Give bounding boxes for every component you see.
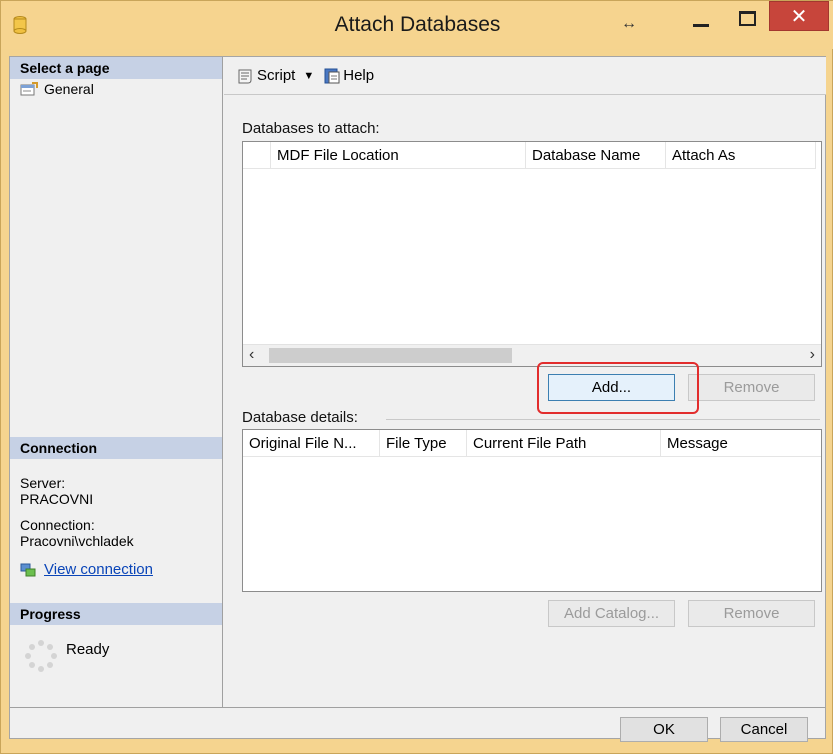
databases-list-header: MDF File Location Database Name Attach A… [243, 142, 816, 169]
close-button[interactable]: ✕ [769, 1, 829, 31]
connection-properties-icon [20, 563, 36, 576]
cancel-button[interactable]: Cancel [720, 717, 808, 742]
column-header-original-file-name[interactable]: Original File N... [243, 430, 380, 457]
progress-heading: Progress [10, 603, 222, 625]
properties-icon [20, 82, 38, 96]
database-details-listview[interactable]: Original File N... File Type Current Fil… [242, 429, 822, 592]
progress-status: Ready [66, 641, 110, 658]
column-header-file-type[interactable]: File Type [380, 430, 467, 457]
view-connection-link[interactable]: View connection [20, 561, 153, 578]
database-details-label: Database details: [242, 409, 358, 426]
minimize-icon [693, 23, 709, 27]
script-icon [238, 69, 252, 83]
remove-detail-button[interactable]: Remove [688, 600, 815, 627]
view-connection-label: View connection [44, 561, 153, 578]
column-header-mdf-file-location[interactable]: MDF File Location [271, 142, 526, 169]
column-header-database-name[interactable]: Database Name [526, 142, 666, 169]
add-catalog-button[interactable]: Add Catalog... [548, 600, 675, 627]
maximize-icon [738, 10, 756, 26]
dialog-body: Select a page General Connection Server:… [9, 56, 826, 742]
connection-label: Connection: [20, 517, 95, 533]
column-header-attach-as[interactable]: Attach As [666, 142, 816, 169]
maximize-button[interactable] [729, 1, 765, 35]
horizontal-scrollbar[interactable]: ‹ › [243, 344, 821, 366]
page-item-label: General [44, 81, 94, 97]
connection-value: Pracovni\vchladek [20, 533, 134, 549]
select-page-heading: Select a page [10, 57, 222, 79]
dropdown-arrow-icon: ▼ [303, 69, 315, 82]
page-item-general[interactable]: General [20, 81, 94, 97]
server-label: Server: [20, 475, 66, 491]
script-dropdown-button[interactable]: ▼ [303, 70, 314, 82]
scroll-right-icon[interactable]: › [810, 346, 815, 364]
progress-spinner-icon [25, 640, 57, 672]
add-button-highlight [537, 362, 699, 414]
ok-button[interactable]: OK [620, 717, 708, 742]
script-label: Script [257, 67, 296, 84]
remove-database-button[interactable]: Remove [688, 374, 815, 401]
column-header-message[interactable]: Message [661, 430, 821, 457]
minimize-button[interactable] [681, 1, 721, 35]
title-bar[interactable]: Attach Databases ↔ ✕ [1, 1, 833, 49]
databases-listview[interactable]: MDF File Location Database Name Attach A… [242, 141, 822, 367]
connection-heading: Connection [10, 437, 222, 459]
left-pane: Select a page General Connection Server:… [10, 57, 223, 707]
databases-to-attach-label: Databases to attach: [242, 120, 380, 137]
resize-arrows-icon: ↔ [621, 15, 637, 32]
dialog-footer: OK Cancel [10, 707, 825, 742]
group-divider [386, 419, 820, 420]
column-header-current-file-path[interactable]: Current File Path [467, 430, 661, 457]
scroll-thumb[interactable] [269, 348, 512, 363]
server-value: PRACOVNI [20, 491, 94, 507]
help-icon [324, 68, 340, 83]
checkbox-column-header[interactable] [243, 142, 271, 169]
help-button[interactable]: Help [324, 67, 374, 84]
scroll-left-icon[interactable]: ‹ [249, 346, 254, 364]
help-label: Help [343, 67, 375, 84]
close-icon: ✕ [790, 5, 808, 28]
script-button[interactable]: Script [236, 67, 295, 84]
details-list-header: Original File N... File Type Current Fil… [243, 430, 821, 457]
attach-databases-window: Attach Databases ↔ ✕ Select a page Gener… [0, 0, 833, 754]
toolbar: Script ▼ Help [224, 57, 826, 95]
